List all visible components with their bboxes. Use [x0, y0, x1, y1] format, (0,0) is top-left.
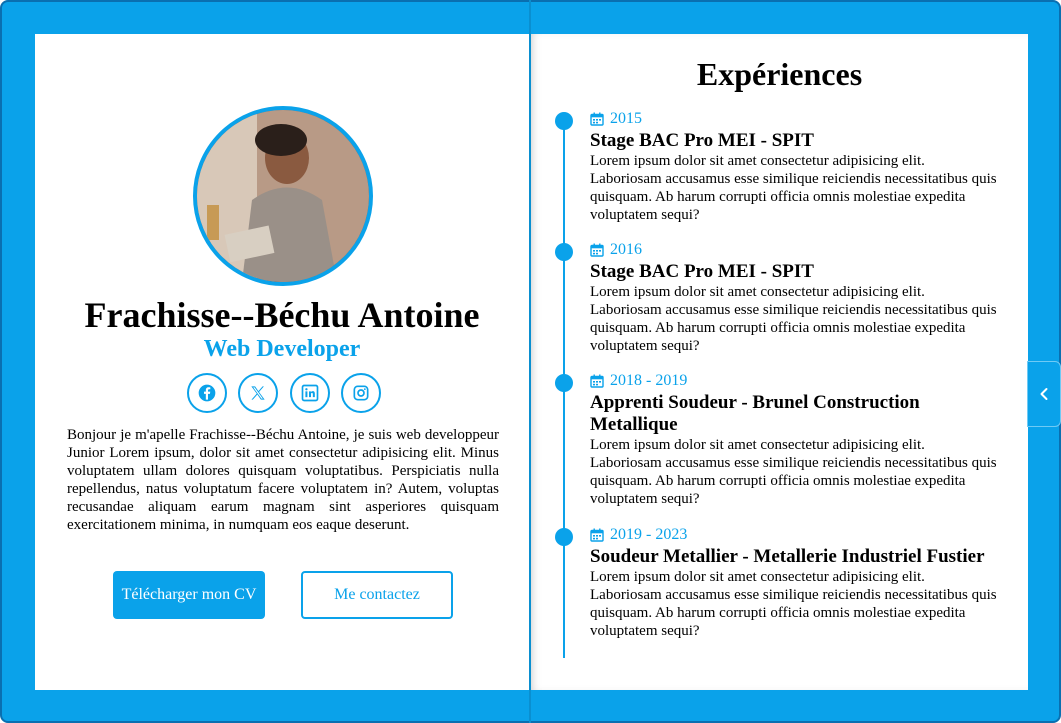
- timeline-job-title: Apprenti Soudeur - Brunel Construction M…: [590, 392, 920, 435]
- calendar-icon: [590, 243, 604, 257]
- avatar: [193, 106, 373, 286]
- timeline-date: 2019 - 2023: [590, 526, 1000, 544]
- timeline-date: 2015: [590, 110, 1000, 128]
- timeline-item-body: 2015 Stage BAC Pro MEI - SPIT Lorem ipsu…: [590, 110, 1000, 224]
- timeline-description: Lorem ipsum dolor sit amet consectetur a…: [590, 284, 997, 354]
- instagram-icon: [353, 385, 369, 401]
- instagram-link[interactable]: [340, 373, 381, 413]
- timeline-item-body: 2019 - 2023 Soudeur Metallier - Metaller…: [590, 526, 1000, 640]
- experiences-title: Expériences: [696, 56, 863, 92]
- timeline-dot: [555, 374, 573, 392]
- timeline-description: Lorem ipsum dolor sit amet consectetur a…: [590, 437, 997, 507]
- timeline-job-title: Soudeur Metallier - Metallerie Industrie…: [590, 546, 985, 567]
- profile-page: Frachisse--Béchu Antoine Web Developer B…: [35, 34, 529, 690]
- avatar-photo: [197, 110, 369, 282]
- timeline-date: 2018 - 2019: [590, 372, 1000, 390]
- contact-button[interactable]: Me contactez: [301, 571, 453, 619]
- facebook-icon: [198, 384, 216, 402]
- chevron-left-icon: [1040, 388, 1048, 400]
- timeline-dot: [555, 528, 573, 546]
- timeline-description: Lorem ipsum dolor sit amet consectetur a…: [590, 153, 997, 223]
- timeline-description: Lorem ipsum dolor sit amet consectetur a…: [590, 569, 997, 639]
- download-cv-button[interactable]: Télécharger mon CV: [113, 571, 265, 619]
- linkedin-link[interactable]: [289, 373, 330, 413]
- calendar-icon: [590, 528, 604, 542]
- timeline-date-text: 2016: [610, 241, 642, 258]
- social-links: [187, 373, 381, 413]
- timeline-item-body: 2016 Stage BAC Pro MEI - SPIT Lorem ipsu…: [590, 241, 1000, 355]
- timeline-date: 2016: [590, 241, 1000, 259]
- calendar-icon: [590, 374, 604, 388]
- page-turn-tab[interactable]: [1027, 361, 1061, 427]
- linkedin-icon: [301, 384, 318, 402]
- profile-bio: Bonjour je m'apelle Frachisse--Béchu Ant…: [67, 427, 499, 533]
- calendar-icon: [590, 112, 604, 126]
- timeline-item-body: 2018 - 2019 Apprenti Soudeur - Brunel Co…: [590, 372, 1000, 508]
- timeline-date-text: 2018 - 2019: [610, 372, 688, 389]
- profile-role: Web Developer: [203, 336, 361, 362]
- x-link[interactable]: [238, 373, 279, 413]
- timeline-job-title: Stage BAC Pro MEI - SPIT: [590, 261, 814, 282]
- x-icon: [251, 386, 265, 400]
- profile-name: Frachisse--Béchu Antoine: [84, 295, 480, 335]
- timeline-dot: [555, 112, 573, 130]
- timeline-date-text: 2015: [610, 110, 642, 127]
- experiences-page: Expériences 2015 Stage BAC Pro MEI - SPI…: [531, 34, 1028, 690]
- timeline-job-title: Stage BAC Pro MEI - SPIT: [590, 130, 814, 151]
- timeline-dot: [555, 243, 573, 261]
- timeline-date-text: 2019 - 2023: [610, 526, 688, 543]
- facebook-link[interactable]: [187, 373, 227, 413]
